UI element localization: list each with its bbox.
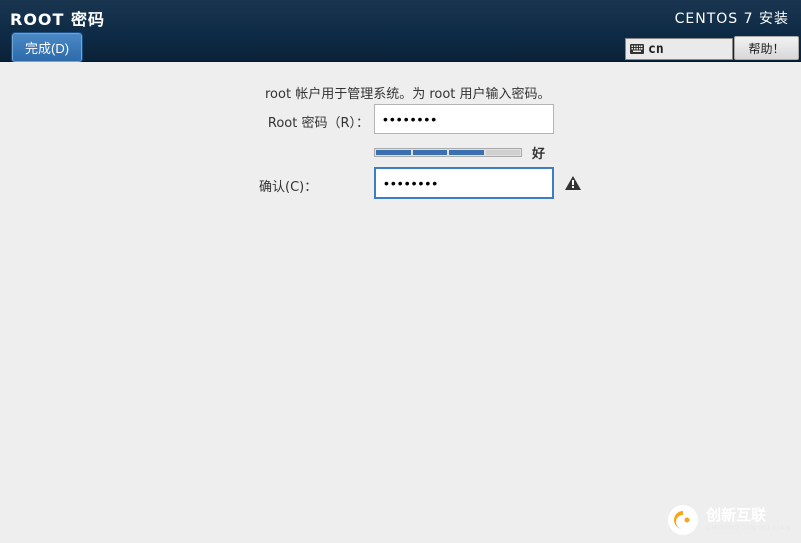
- help-button[interactable]: 帮助！: [734, 36, 799, 60]
- warning-icon: [565, 176, 581, 190]
- done-button[interactable]: 完成(D): [12, 33, 82, 62]
- watermark: 创新互联 CHUANG XIN HU LIAN: [668, 505, 791, 535]
- confirm-password-input[interactable]: [384, 175, 565, 191]
- strength-text: 好: [532, 143, 545, 162]
- watermark-brand-en: CHUANG XIN HU LIAN: [706, 525, 791, 532]
- page-title: ROOT 密码: [10, 6, 105, 30]
- root-password-input[interactable]: [374, 104, 554, 134]
- password-strength-meter: 好: [374, 143, 545, 162]
- keyboard-layout-indicator[interactable]: cn: [625, 38, 733, 60]
- header-bar: ROOT 密码 完成(D) CENTOS 7 安装 cn 帮助！: [0, 0, 801, 62]
- strength-bar: [374, 148, 522, 157]
- confirm-password-wrap: [374, 167, 554, 199]
- watermark-brand-cn: 创新互联: [706, 508, 791, 523]
- installer-title: CENTOS 7 安装: [675, 8, 789, 28]
- keyboard-icon: [630, 44, 644, 54]
- watermark-logo-icon: [668, 505, 698, 535]
- description-text: root 帐户用于管理系统。为 root 用户输入密码。: [265, 83, 551, 102]
- confirm-label: 确认(C)：: [259, 176, 369, 195]
- password-label: Root 密码（R）：: [259, 112, 369, 131]
- content-area: root 帐户用于管理系统。为 root 用户输入密码。 Root 密码（R）：…: [0, 62, 801, 543]
- keyboard-layout-text: cn: [648, 42, 664, 57]
